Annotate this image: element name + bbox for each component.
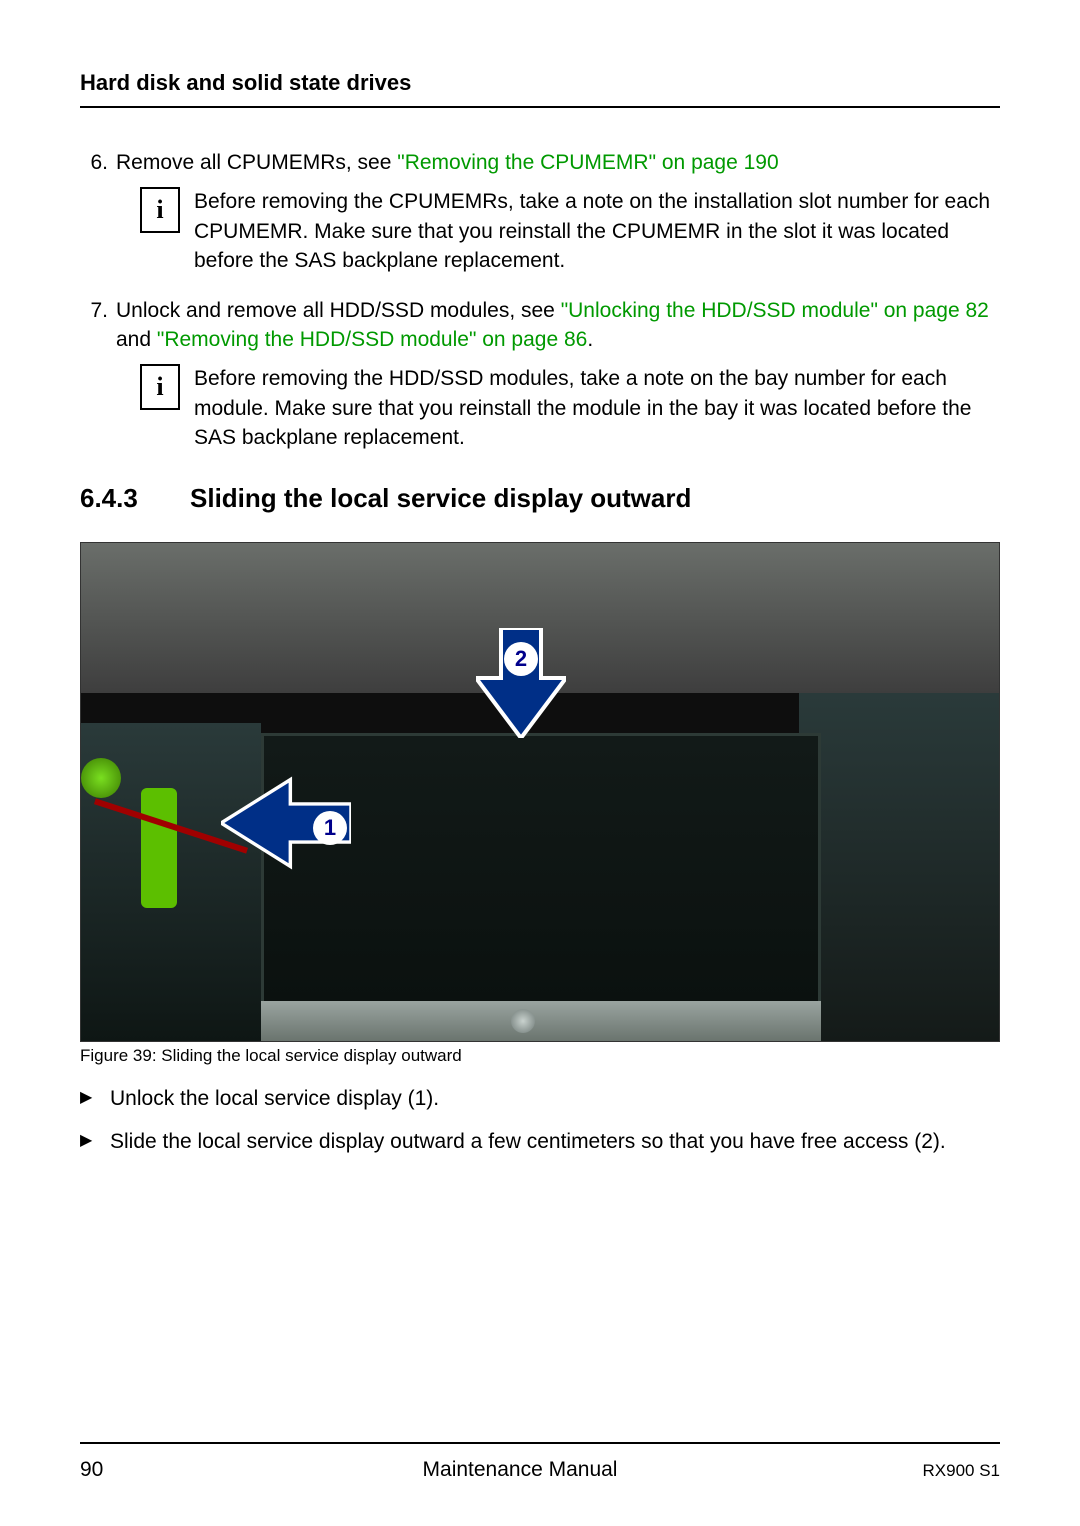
bullet-text: Unlock the local service display (1).	[110, 1084, 1000, 1113]
info-icon: i	[140, 364, 180, 410]
step-text: Remove all CPUMEMRs, see "Removing the C…	[116, 148, 1000, 177]
step-text-mid: and	[116, 328, 157, 351]
model-name: RX900 S1	[840, 1461, 1000, 1481]
step-number: 7.	[80, 296, 116, 355]
triangle-bullet-icon: ▶	[80, 1084, 110, 1113]
info-box-hdd: i Before removing the HDD/SSD modules, t…	[140, 364, 1000, 452]
info-icon: i	[140, 187, 180, 233]
step-7: 7. Unlock and remove all HDD/SSD modules…	[80, 296, 1000, 355]
callout-arrow-1: 1	[221, 778, 351, 868]
callout-number-1: 1	[313, 811, 347, 845]
page-number: 90	[80, 1458, 200, 1482]
page-header-title: Hard disk and solid state drives	[80, 70, 1000, 108]
triangle-bullet-icon: ▶	[80, 1127, 110, 1156]
figure-caption: Figure 39: Sliding the local service dis…	[80, 1046, 1000, 1066]
action-bullet-1: ▶ Unlock the local service display (1).	[80, 1084, 1000, 1113]
section-heading: 6.4.3Sliding the local service display o…	[80, 483, 1000, 514]
step-text-before: Remove all CPUMEMRs, see	[116, 151, 397, 174]
section-number: 6.4.3	[80, 483, 190, 514]
link-removing-hdd[interactable]: "Removing the HDD/SSD module" on page 86	[157, 328, 587, 351]
step-number: 6.	[80, 148, 116, 177]
info-text: Before removing the CPUMEMRs, take a not…	[194, 187, 1000, 275]
manual-title: Maintenance Manual	[200, 1458, 840, 1482]
step-text-before: Unlock and remove all HDD/SSD modules, s…	[116, 299, 561, 322]
section-title: Sliding the local service display outwar…	[190, 483, 691, 513]
figure-image: 2 1	[80, 542, 1000, 1042]
link-removing-cpumemr[interactable]: "Removing the CPUMEMR" on page 190	[397, 151, 778, 174]
callout-number-2: 2	[504, 642, 538, 676]
step-6: 6. Remove all CPUMEMRs, see "Removing th…	[80, 148, 1000, 177]
step-text: Unlock and remove all HDD/SSD modules, s…	[116, 296, 1000, 355]
page-footer: 90 Maintenance Manual RX900 S1	[80, 1442, 1000, 1482]
action-bullet-2: ▶ Slide the local service display outwar…	[80, 1127, 1000, 1156]
info-text: Before removing the HDD/SSD modules, tak…	[194, 364, 1000, 452]
link-unlocking-hdd[interactable]: "Unlocking the HDD/SSD module" on page 8…	[561, 299, 989, 322]
bullet-text: Slide the local service display outward …	[110, 1127, 1000, 1156]
step-text-after: .	[587, 328, 593, 351]
callout-arrow-2: 2	[476, 628, 566, 738]
info-box-cpumemr: i Before removing the CPUMEMRs, take a n…	[140, 187, 1000, 275]
figure-39: 2 1 Figure 39: Sliding the local service…	[80, 542, 1000, 1066]
